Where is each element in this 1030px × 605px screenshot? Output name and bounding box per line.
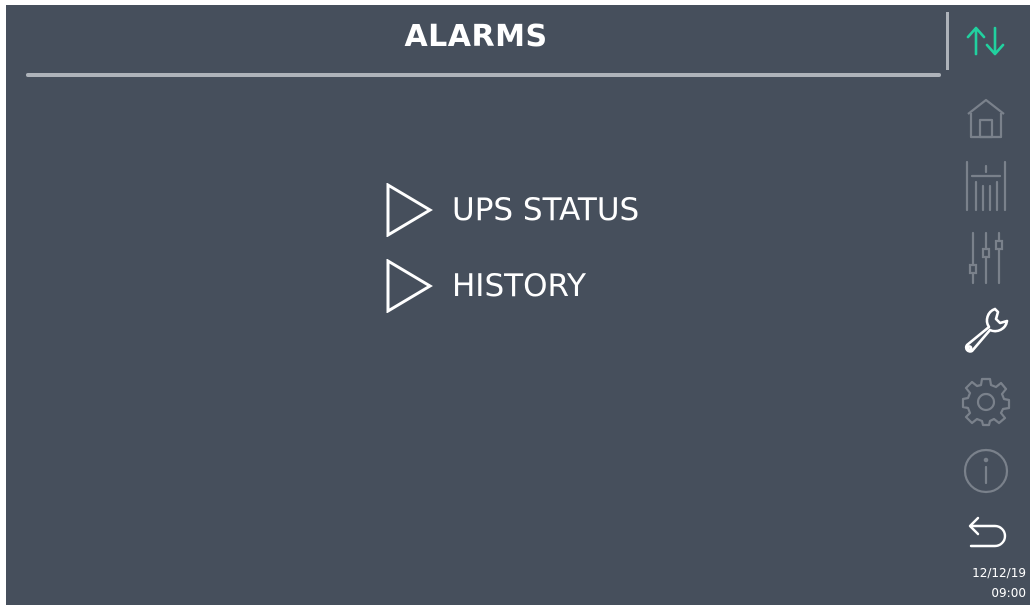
date-text: 12/12/19	[972, 566, 1026, 580]
settings-sliders-icon	[968, 231, 1004, 285]
alarms-menu: UPS STATUS HISTORY	[384, 183, 639, 335]
sidebar-item-setup[interactable]	[956, 373, 1016, 431]
communication-arrows-icon	[966, 26, 1005, 56]
sidebar-item-back[interactable]	[956, 507, 1016, 557]
time-text: 09:00	[991, 586, 1026, 600]
menu-item-history[interactable]: HISTORY	[384, 259, 639, 313]
play-triangle-icon	[386, 183, 433, 237]
sidebar-item-measurements[interactable]	[956, 153, 1016, 215]
hmi-screen: ALARMS UPS STATUS HISTORY 12/12/19 09:00	[6, 5, 1030, 605]
menu-item-label: HISTORY	[452, 268, 586, 304]
gear-icon	[961, 377, 1011, 427]
wrench-icon	[964, 307, 1009, 353]
home-icon	[967, 98, 1005, 139]
menu-item-label: UPS STATUS	[452, 192, 640, 228]
sidebar-item-home[interactable]	[956, 91, 1016, 145]
sidebar-divider	[946, 12, 949, 70]
play-triangle-icon	[386, 259, 433, 313]
menu-item-ups-status[interactable]: UPS STATUS	[384, 183, 639, 237]
sidebar-item-maintenance[interactable]	[956, 300, 1016, 360]
info-icon	[963, 448, 1009, 494]
sidebar-item-info[interactable]	[956, 443, 1016, 499]
back-arrow-icon	[968, 516, 1007, 548]
measurements-icon	[965, 160, 1007, 212]
page-title: ALARMS	[404, 19, 548, 54]
title-divider	[26, 73, 941, 77]
sidebar-item-communication[interactable]	[956, 17, 1016, 65]
sidebar-item-settings-sliders[interactable]	[956, 227, 1016, 289]
date-time-display: 12/12/19 09:00	[952, 563, 1026, 603]
